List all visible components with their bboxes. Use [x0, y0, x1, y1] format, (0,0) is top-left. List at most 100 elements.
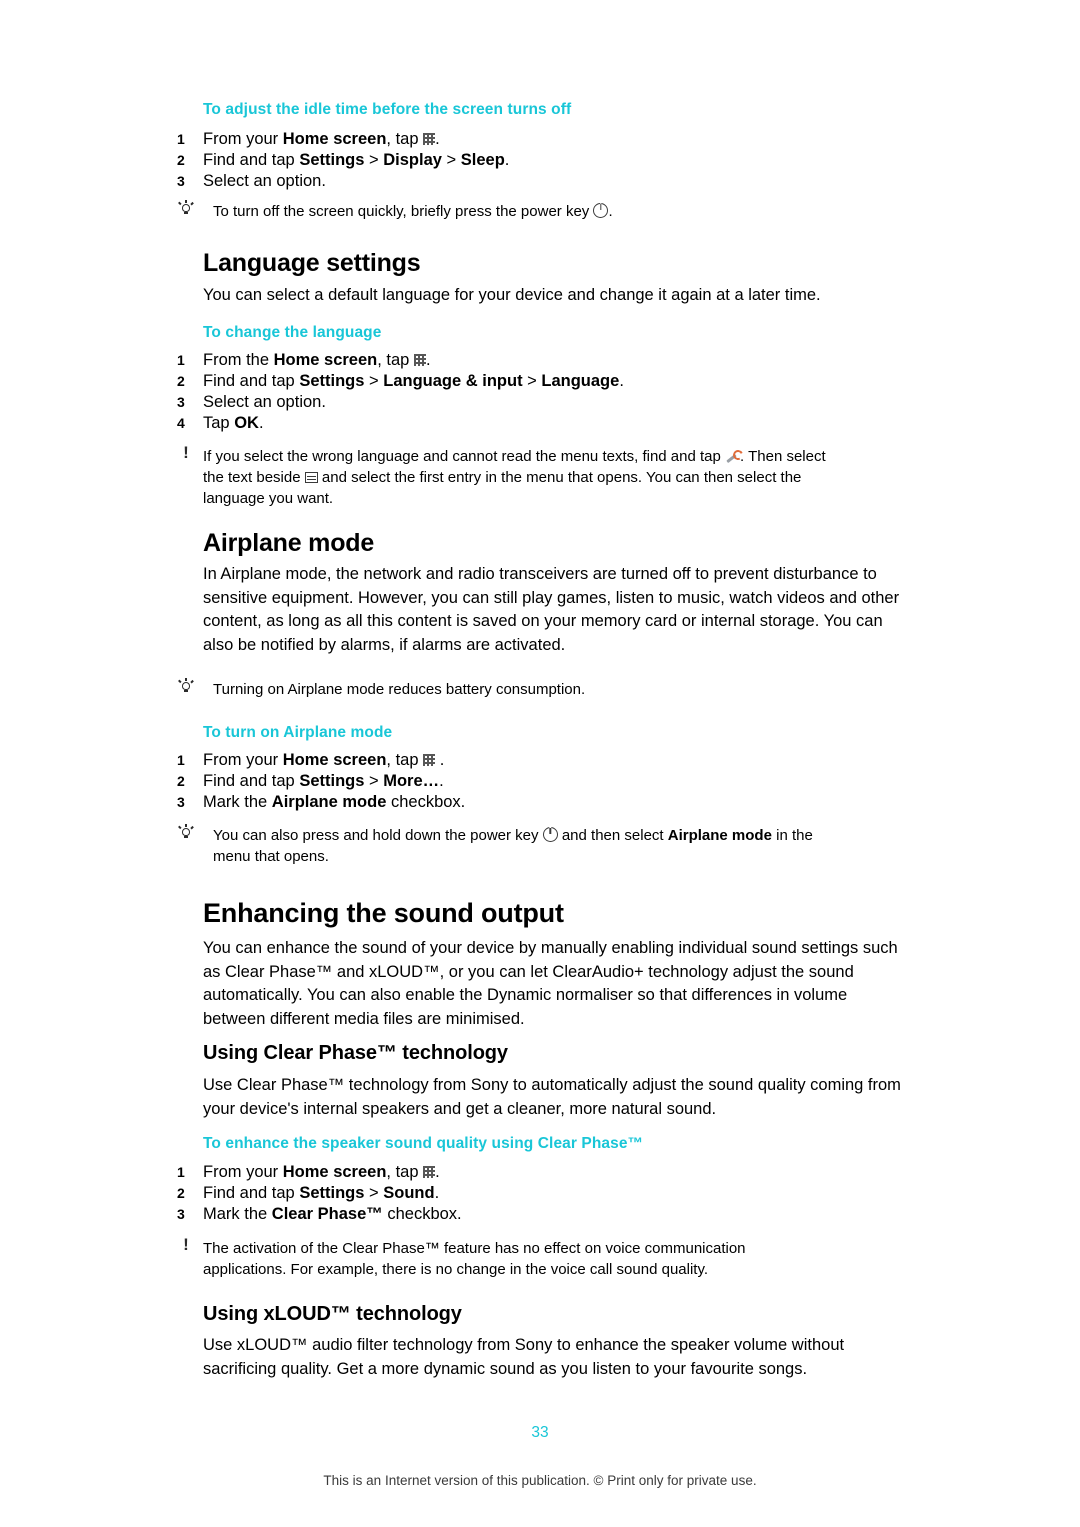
step-text-mid: >	[364, 372, 384, 390]
note-text: . Then select	[740, 448, 826, 465]
step-item: 1 From your Home screen, tap .	[177, 1162, 957, 1183]
tip-airplane-battery: Turning on Airplane mode reduces battery…	[213, 681, 586, 698]
step-text-pre: From your	[203, 130, 283, 148]
tip-line-2: menu that opens.	[213, 848, 329, 865]
step-text-mid: >	[364, 151, 384, 169]
step-text-post: .	[504, 151, 510, 169]
step-item: 3 Mark the Airplane mode checkbox.	[177, 792, 957, 813]
step-number: 3	[177, 794, 185, 810]
tip-text-bold: Airplane mode	[667, 827, 772, 844]
note-line-2: applications. For example, there is no c…	[203, 1261, 709, 1278]
step-text-bold: Settings	[299, 372, 365, 390]
wrench-icon	[725, 450, 740, 463]
paragraph-clear-phase: Use Clear Phase™ technology from Sony to…	[203, 1076, 901, 1118]
step-item: 3 Mark the Clear Phase™ checkbox.	[177, 1204, 957, 1225]
step-text-pre: From the	[203, 351, 274, 369]
heading-clear-phase: Using Clear Phase™ technology	[203, 1042, 508, 1064]
heading-airplane-mode: Airplane mode	[203, 529, 375, 557]
step-number: 1	[177, 752, 185, 768]
note-line-2: the text beside and select the first ent…	[203, 467, 973, 488]
paragraph-xloud: Use xLOUD™ audio filter technology from …	[203, 1336, 845, 1378]
page-number: 33	[531, 1424, 549, 1441]
step-number: 2	[177, 152, 185, 168]
step-text-post: .	[435, 130, 440, 148]
grid-icon	[413, 354, 426, 366]
step-text-bold: Home screen	[282, 1163, 387, 1181]
step-item: 1 From the Home screen, tap .	[177, 350, 957, 371]
grid-icon	[423, 133, 436, 145]
exclamation-icon: !	[183, 443, 189, 462]
step-text-bold: Airplane mode	[271, 793, 387, 811]
step-item: 2 Find and tap Settings > Language & inp…	[177, 371, 957, 392]
note-line-1: If you select the wrong language and can…	[203, 446, 973, 467]
tip-idle-time: To turn off the screen quickly, briefly …	[213, 201, 973, 222]
step-text-pre: Select an option.	[203, 172, 326, 190]
note-text: If you select the wrong language and can…	[203, 448, 726, 465]
note-clear-phase: The activation of the Clear Phase™ featu…	[203, 1238, 973, 1280]
step-text-post: .	[619, 372, 624, 390]
section-idle-time: To adjust the idle time before the scree…	[203, 101, 963, 119]
heading-language-settings: Language settings	[203, 249, 421, 277]
step-text-bold: Clear Phase™	[271, 1205, 383, 1223]
step-text-bold: OK	[234, 414, 259, 432]
step-text-pre: Find and tap	[203, 1184, 300, 1202]
step-text-post: .	[439, 772, 444, 790]
steps-enhance-speaker: 1 From your Home screen, tap . 2 Find an…	[177, 1162, 957, 1225]
note-line-1: The activation of the Clear Phase™ featu…	[203, 1240, 746, 1257]
heading-xloud: Using xLOUD™ technology	[203, 1303, 462, 1325]
step-number: 1	[177, 131, 185, 147]
bulb-icon	[178, 199, 194, 216]
tip-text-pre: To turn off the screen quickly, briefly …	[213, 203, 594, 220]
step-item: 1 From your Home screen, tap .	[177, 750, 957, 771]
tip-airplane-power-key: You can also press and hold down the pow…	[213, 825, 983, 867]
step-text-bold: Home screen	[273, 351, 378, 369]
step-text-pre: From your	[203, 751, 283, 769]
tip-text-post: .	[608, 203, 613, 220]
step-text-mid: , tap	[386, 751, 424, 769]
step-text-mid: , tap	[386, 130, 424, 148]
step-text-pre: From your	[203, 1163, 283, 1181]
document-page: To adjust the idle time before the scree…	[0, 0, 1080, 1527]
step-text-bold: Language & input	[383, 372, 523, 390]
step-text-mid: >	[364, 1184, 384, 1202]
section-heading-idle-time: To adjust the idle time before the scree…	[203, 101, 572, 118]
step-text-bold: Home screen	[282, 130, 387, 148]
grid-icon	[423, 754, 436, 766]
step-number: 1	[177, 352, 185, 368]
step-text-pre: Mark the	[203, 793, 272, 811]
step-text-bold: Home screen	[282, 751, 387, 769]
note-change-language: If you select the wrong language and can…	[203, 446, 973, 509]
paragraph-enhancing-sound: You can enhance the sound of your device…	[203, 939, 898, 1028]
exclamation-icon: !	[183, 1235, 189, 1254]
step-number: 2	[177, 373, 185, 389]
step-text-mid2: >	[441, 151, 461, 169]
step-item: 4 Tap OK.	[177, 413, 957, 434]
step-text-bold: More…	[383, 772, 440, 790]
step-number: 1	[177, 1164, 185, 1180]
step-text-pre: Mark the	[203, 1205, 272, 1223]
bulb-icon	[178, 823, 194, 840]
step-text-pre: Find and tap	[203, 151, 300, 169]
step-item: 2 Find and tap Settings > Sound.	[177, 1183, 957, 1204]
step-number: 2	[177, 1185, 185, 1201]
grid-icon	[423, 1166, 436, 1178]
step-text-mid2: >	[522, 372, 542, 390]
tip-text: in the	[771, 827, 813, 844]
step-text-post: checkbox.	[386, 793, 466, 811]
paragraph-airplane-mode: In Airplane mode, the network and radio …	[203, 565, 900, 654]
step-number: 2	[177, 773, 185, 789]
power-icon	[542, 827, 558, 842]
step-text-bold: Settings	[299, 1184, 365, 1202]
step-number: 3	[177, 173, 185, 189]
step-text-pre: Tap	[203, 414, 235, 432]
steps-idle-time: 1 From your Home screen, tap . 2 Find an…	[177, 129, 957, 192]
heading-enhancing-sound: Enhancing the sound output	[203, 898, 564, 928]
step-text-pre: Find and tap	[203, 772, 300, 790]
section-heading-enhance-speaker: To enhance the speaker sound quality usi…	[203, 1135, 644, 1152]
note-text: and select the first entry in the menu t…	[317, 469, 802, 486]
step-text-post: .	[435, 751, 445, 769]
tip-text: You can also press and hold down the pow…	[213, 827, 543, 844]
step-text-post: .	[258, 414, 264, 432]
step-text-mid: , tap	[377, 351, 414, 369]
step-item: 2 Find and tap Settings > More….	[177, 771, 957, 792]
